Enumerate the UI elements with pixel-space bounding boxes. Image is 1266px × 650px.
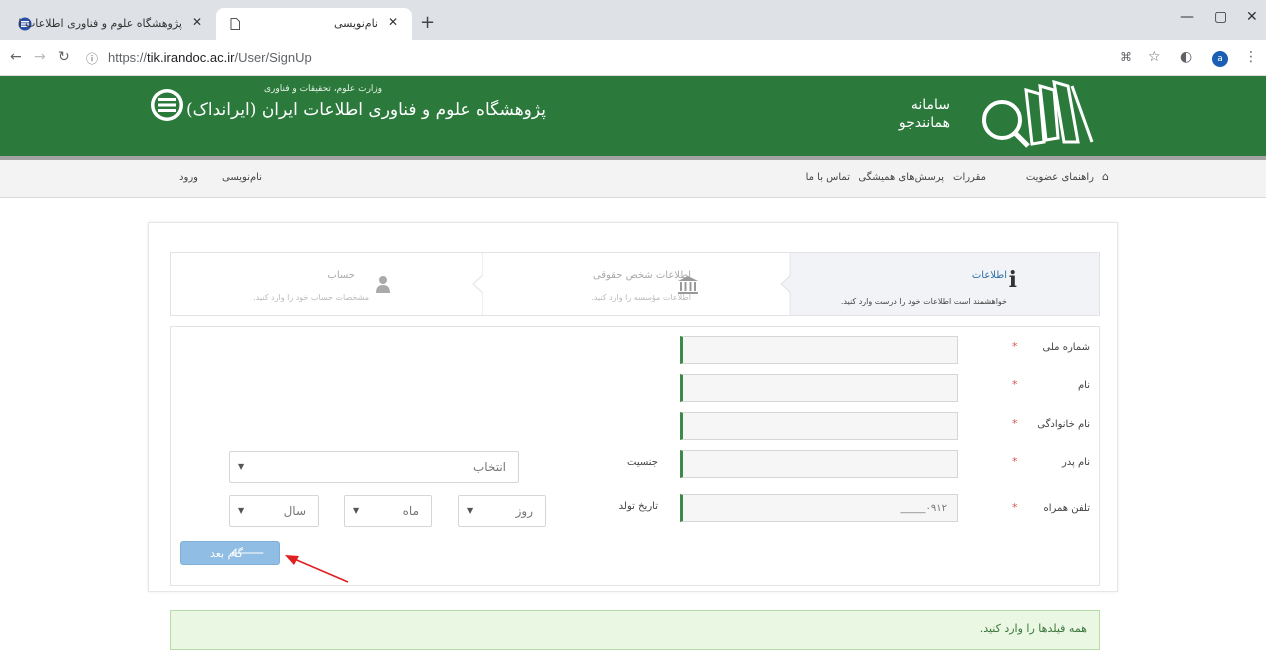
translate-icon[interactable]: ⌘ bbox=[1120, 50, 1132, 64]
step-title: حساب bbox=[327, 270, 355, 281]
gender-select[interactable]: انتخاب ▼ bbox=[229, 451, 519, 483]
label-gender: جنسیت bbox=[627, 457, 658, 468]
birth-day-select[interactable]: روز ▼ bbox=[458, 495, 546, 527]
new-tab-icon[interactable]: + bbox=[420, 12, 435, 33]
alert-message: همه فیلدها را وارد کنید. bbox=[979, 622, 1087, 635]
institute-name: پژوهشگاه علوم و فناوری اطلاعات ایران (ای… bbox=[186, 100, 546, 120]
step-info[interactable]: i اطلاعات خواهشمند است اطلاعات خود را در… bbox=[789, 253, 1099, 315]
nav-rules[interactable]: مقررات bbox=[953, 172, 986, 183]
close-tab-icon[interactable]: ✕ bbox=[388, 15, 398, 29]
validation-alert: همه فیلدها را وارد کنید. bbox=[170, 610, 1100, 650]
step-legal-entity[interactable]: اطلاعات شخص حقوقی اطلاعات مؤسسه را وارد … bbox=[481, 253, 775, 315]
irandoc-logo-icon[interactable] bbox=[150, 88, 184, 122]
step-separator bbox=[780, 253, 791, 315]
user-icon bbox=[376, 276, 390, 293]
browser-tab-title: پژوهشگاه علوم و فناوری اطلاعات ا bbox=[18, 17, 182, 30]
step-description: مشخصات حساب خود را وارد کنید. bbox=[253, 293, 369, 302]
profile-avatar[interactable]: a bbox=[1212, 51, 1228, 67]
site-header: وزارت علوم، تحقیقات و فناوری پژوهشگاه عل… bbox=[0, 76, 1266, 160]
system-title: سامانه همانندجو bbox=[870, 96, 950, 132]
arrow-left-icon: 🡐 bbox=[230, 546, 265, 561]
close-tab-icon[interactable]: ✕ bbox=[192, 15, 202, 29]
required-mark: * bbox=[1012, 455, 1018, 468]
nav-faq[interactable]: پرسش‌های همیشگی bbox=[858, 172, 944, 183]
browser-tab-signup[interactable]: نام‌نویسی ✕ bbox=[216, 8, 412, 40]
label-last-name: نام خانوادگی bbox=[1037, 419, 1090, 430]
ministry-name: وزارت علوم، تحقیقات و فناوری bbox=[264, 84, 383, 94]
forward-icon[interactable]: → bbox=[34, 49, 46, 65]
minimize-icon[interactable]: — bbox=[1180, 9, 1194, 25]
maximize-icon[interactable]: ▢ bbox=[1214, 9, 1227, 25]
site-info-icon[interactable]: ⓘ bbox=[86, 50, 98, 67]
system-title-line1: سامانه bbox=[910, 97, 950, 113]
step-account[interactable]: حساب مشخصات حساب خود را وارد کنید. bbox=[171, 253, 467, 315]
required-mark: * bbox=[1012, 501, 1018, 514]
chevron-down-icon: ▼ bbox=[238, 462, 245, 471]
label-birth-date: تاریخ تولد bbox=[618, 501, 658, 512]
birth-year-select[interactable]: سال ▼ bbox=[229, 495, 319, 527]
url-field[interactable]: https://tik.irandoc.ac.ir/User/SignUp bbox=[108, 50, 312, 65]
step-title: اطلاعات bbox=[971, 270, 1007, 281]
step-separator bbox=[472, 253, 483, 315]
nav-signup[interactable]: نام‌نویسی bbox=[222, 172, 262, 183]
reload-icon[interactable]: ↻ bbox=[58, 49, 70, 65]
chevron-down-icon: ▼ bbox=[467, 506, 474, 515]
home-icon[interactable]: ⌂ bbox=[1102, 170, 1109, 183]
browser-tabstrip: پژوهشگاه علوم و فناوری اطلاعات ا ✕ نام‌ن… bbox=[0, 0, 1266, 40]
birth-day-value: روز bbox=[515, 504, 533, 518]
nav-membership-guide[interactable]: راهنمای عضویت bbox=[1026, 172, 1094, 183]
annotation-arrow-icon bbox=[285, 555, 349, 583]
browser-tab-title: نام‌نویسی bbox=[333, 17, 378, 30]
nav-login[interactable]: ورود bbox=[179, 172, 198, 183]
nav-contact[interactable]: تماس با ما bbox=[806, 172, 850, 183]
info-icon: i bbox=[1008, 267, 1017, 293]
mobile-field[interactable] bbox=[680, 494, 958, 522]
label-father-name: نام پدر bbox=[1061, 457, 1090, 468]
label-national-id: شماره ملی bbox=[1042, 342, 1090, 353]
gender-select-value: انتخاب bbox=[473, 460, 506, 474]
address-bar-row: ← → ↻ ⓘ https://tik.irandoc.ac.ir/User/S… bbox=[0, 40, 1266, 76]
father-name-field[interactable] bbox=[680, 450, 958, 478]
chevron-down-icon: ▼ bbox=[353, 506, 360, 515]
required-mark: * bbox=[1012, 340, 1018, 353]
back-icon[interactable]: ← bbox=[10, 49, 22, 65]
birth-year-value: سال bbox=[283, 504, 306, 518]
label-first-name: نام bbox=[1077, 380, 1090, 391]
step-title: اطلاعات شخص حقوقی bbox=[592, 270, 691, 281]
browser-tab-irandoc[interactable]: پژوهشگاه علوم و فناوری اطلاعات ا ✕ bbox=[6, 8, 216, 40]
close-window-icon[interactable]: ✕ bbox=[1246, 9, 1258, 25]
birth-month-select[interactable]: ماه ▼ bbox=[344, 495, 432, 527]
required-mark: * bbox=[1012, 417, 1018, 430]
main-nav: ⌂ راهنمای عضویت مقررات پرسش‌های همیشگی ت… bbox=[0, 160, 1266, 198]
birth-month-value: ماه bbox=[402, 504, 419, 518]
browser-menu-icon[interactable]: ⋮ bbox=[1244, 49, 1258, 65]
page-favicon-icon bbox=[230, 18, 240, 30]
next-step-button[interactable]: گام بعد 🡐 bbox=[180, 541, 280, 565]
label-mobile: تلفن همراه bbox=[1043, 503, 1090, 514]
step-description: خواهشمند است اطلاعات خود را درست وارد کن… bbox=[840, 297, 1007, 306]
system-title-line2: همانندجو bbox=[898, 115, 950, 131]
hamanandjoo-logo-icon[interactable] bbox=[968, 80, 1098, 150]
required-mark: * bbox=[1012, 378, 1018, 391]
national-id-field[interactable] bbox=[680, 336, 958, 364]
first-name-field[interactable] bbox=[680, 374, 958, 402]
last-name-field[interactable] bbox=[680, 412, 958, 440]
step-description: اطلاعات مؤسسه را وارد کنید. bbox=[591, 293, 691, 302]
bookmark-star-icon[interactable]: ☆ bbox=[1148, 49, 1161, 65]
extension-icon[interactable]: ◐ bbox=[1180, 49, 1192, 65]
chevron-down-icon: ▼ bbox=[238, 506, 245, 515]
wizard-steps: i اطلاعات خواهشمند است اطلاعات خود را در… bbox=[170, 252, 1100, 316]
